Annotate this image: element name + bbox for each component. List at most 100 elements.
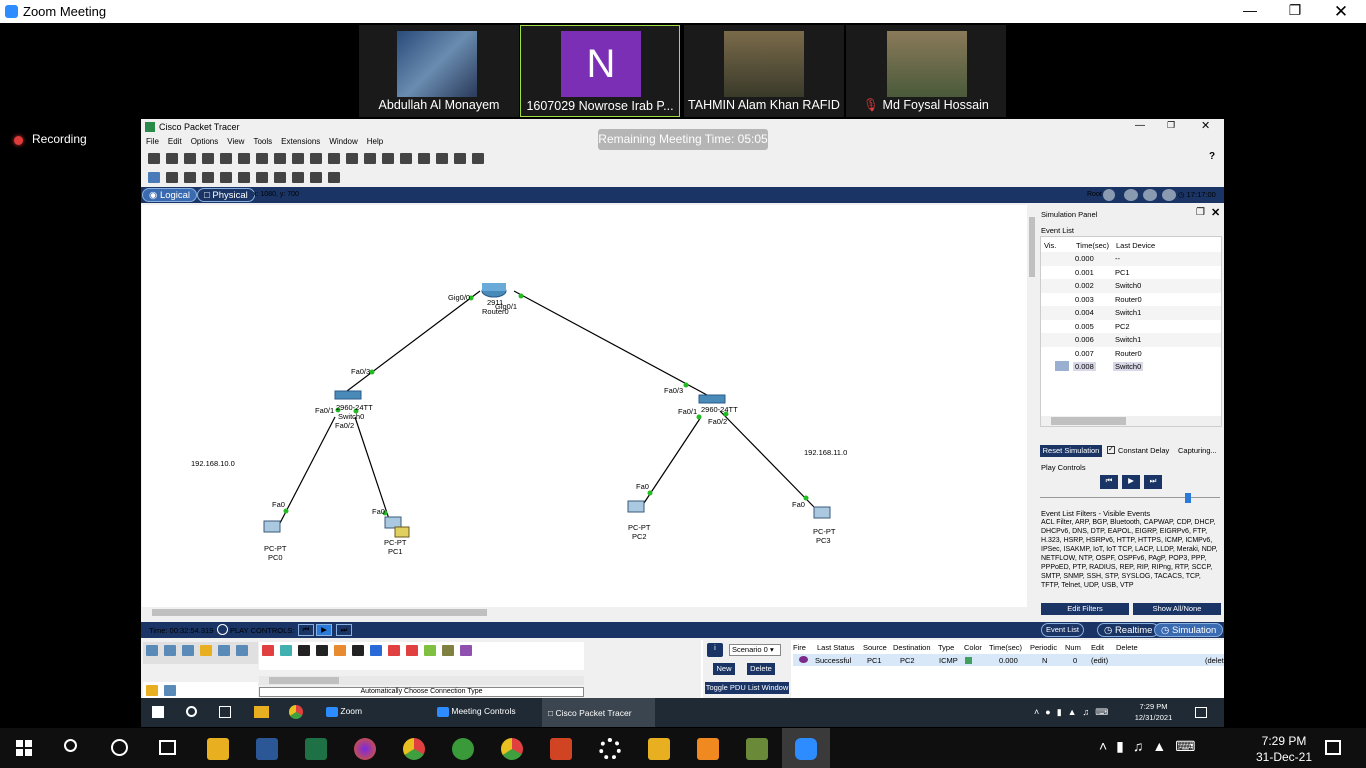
cluster-icon[interactable] bbox=[454, 153, 466, 165]
select-icon[interactable] bbox=[148, 172, 160, 184]
complex-pdu-icon[interactable] bbox=[328, 172, 340, 184]
resize-icon[interactable] bbox=[202, 172, 214, 184]
play-icon[interactable]: ▶ bbox=[316, 624, 332, 636]
move-icon[interactable] bbox=[1143, 189, 1157, 201]
realtime-mode[interactable]: ◷ Realtime bbox=[1097, 623, 1160, 637]
vertical-scrollbar[interactable] bbox=[1027, 205, 1037, 618]
help-icon[interactable]: ? bbox=[1209, 151, 1215, 162]
event-row[interactable]: 0.007 Router0 bbox=[1041, 347, 1221, 361]
palette-icon[interactable] bbox=[418, 153, 430, 165]
chrome-icon[interactable] bbox=[289, 705, 303, 719]
maximize-icon[interactable]: ❐ bbox=[1285, 2, 1305, 20]
save-icon[interactable] bbox=[184, 153, 196, 165]
file-explorer-icon[interactable] bbox=[207, 738, 229, 760]
lightning-icon[interactable] bbox=[146, 685, 158, 697]
upwork-icon[interactable] bbox=[452, 738, 474, 760]
taskbar-clock[interactable]: 7:29 PM 31-Dec-21 bbox=[1252, 733, 1316, 765]
constant-delay-checkbox[interactable]: ✓ bbox=[1107, 446, 1115, 454]
forward-step-icon[interactable]: ⏭ bbox=[1144, 475, 1162, 489]
new-scenario-button[interactable]: New bbox=[713, 663, 735, 675]
custom-device-icon[interactable] bbox=[436, 153, 448, 165]
event-row[interactable]: 0.000 -- bbox=[1041, 252, 1221, 266]
event-list-toggle[interactable]: Event List bbox=[1041, 623, 1084, 637]
minimize-icon[interactable]: — bbox=[1240, 2, 1260, 20]
crossover-cable-icon[interactable] bbox=[316, 645, 328, 657]
ellipse-icon[interactable] bbox=[274, 172, 286, 184]
start-icon[interactable] bbox=[16, 740, 32, 756]
rectangle-icon[interactable] bbox=[256, 172, 268, 184]
menu-window[interactable]: Window bbox=[329, 137, 357, 146]
connections-icon[interactable] bbox=[200, 645, 212, 657]
participant-tile[interactable]: 🎙 Md Foysal Hossain bbox=[846, 25, 1006, 117]
note-icon[interactable] bbox=[220, 172, 232, 184]
pt-maximize-icon[interactable]: ❐ bbox=[1167, 120, 1175, 131]
viewport-icon[interactable] bbox=[1162, 189, 1176, 201]
task-view-icon[interactable] bbox=[159, 740, 176, 755]
zoom-reset-icon[interactable] bbox=[364, 153, 376, 165]
cortana-icon[interactable] bbox=[111, 739, 128, 756]
edit-filters-button[interactable]: Edit Filters bbox=[1041, 603, 1129, 615]
tray-clock[interactable]: 7:29 PM 12/31/2021 bbox=[1131, 701, 1176, 723]
redo-icon[interactable] bbox=[328, 153, 340, 165]
app-icon[interactable] bbox=[648, 738, 670, 760]
logical-workspace[interactable]: Gig0/0 2911 Gig0/1 Router0 Fa0/3 2960-24… bbox=[142, 205, 1027, 618]
taskbar-meeting-controls[interactable]: Meeting Controls bbox=[433, 702, 520, 723]
task-view-icon[interactable] bbox=[219, 706, 231, 718]
event-list-hscroll[interactable] bbox=[1041, 416, 1221, 426]
cortana-icon[interactable] bbox=[186, 706, 197, 717]
participant-tile[interactable]: TAHMIN Alam Khan RAFID bbox=[684, 25, 844, 117]
event-row[interactable]: 0.005 PC2 bbox=[1041, 320, 1221, 334]
word-icon[interactable] bbox=[256, 738, 278, 760]
forward-step-icon[interactable]: ⏭ bbox=[336, 624, 352, 636]
simple-pdu-icon[interactable] bbox=[310, 172, 322, 184]
event-row[interactable]: 0.001 PC1 bbox=[1041, 266, 1221, 280]
end-devices-icon[interactable] bbox=[164, 645, 176, 657]
freeform-icon[interactable] bbox=[292, 172, 304, 184]
pdf-icon[interactable] bbox=[697, 738, 719, 760]
serial-dte-icon[interactable] bbox=[406, 645, 418, 657]
copy-icon[interactable] bbox=[274, 153, 286, 165]
menu-options[interactable]: Options bbox=[191, 137, 219, 146]
search-icon[interactable] bbox=[166, 172, 178, 184]
settings-icon[interactable] bbox=[599, 738, 621, 760]
firefox-icon[interactable] bbox=[354, 738, 376, 760]
print-icon[interactable] bbox=[202, 153, 214, 165]
undock-icon[interactable]: ❐ bbox=[1196, 207, 1205, 218]
delete-scenario-button[interactable]: Delete bbox=[747, 663, 775, 675]
multiuser-icon[interactable] bbox=[236, 645, 248, 657]
system-tray[interactable]: ˄▮♫▲⌨ bbox=[1099, 738, 1204, 755]
pdu-row[interactable]: Successful PC1 PC2 ICMP 0.000 N 0 (edit) (delet… bbox=[793, 654, 1224, 666]
coaxial-icon[interactable] bbox=[370, 645, 382, 657]
network-devices-icon[interactable] bbox=[146, 645, 158, 657]
physical-tab[interactable]: □ Physical bbox=[197, 188, 255, 202]
scenario-select[interactable]: Scenario 0 ▾ bbox=[729, 644, 781, 656]
chrome-profile-icon[interactable] bbox=[501, 738, 523, 760]
octal-icon[interactable] bbox=[424, 645, 436, 657]
serial-dce-icon[interactable] bbox=[388, 645, 400, 657]
phone-cable-icon[interactable] bbox=[352, 645, 364, 657]
event-row[interactable]: 0.002 Switch0 bbox=[1041, 279, 1221, 293]
search-icon[interactable] bbox=[64, 739, 77, 752]
wizard-icon[interactable] bbox=[238, 153, 250, 165]
info-icon[interactable] bbox=[220, 153, 232, 165]
participant-tile[interactable]: Abdullah Al Monayem bbox=[359, 25, 519, 117]
taskbar-packet-tracer[interactable]: □ Cisco Packet Tracer bbox=[542, 698, 655, 727]
clock-icon[interactable] bbox=[217, 624, 228, 635]
new-icon[interactable] bbox=[148, 153, 160, 165]
undo-icon[interactable] bbox=[310, 153, 322, 165]
cloud-icon[interactable] bbox=[1124, 189, 1138, 201]
zoom-in-icon[interactable] bbox=[346, 153, 358, 165]
taskbar-zoom[interactable]: Zoom bbox=[322, 702, 366, 723]
start-icon[interactable] bbox=[152, 706, 164, 718]
pt-minimize-icon[interactable]: — bbox=[1135, 120, 1145, 131]
simulation-mode[interactable]: ◷ Simulation bbox=[1154, 623, 1224, 637]
zoom-icon[interactable] bbox=[795, 738, 817, 760]
straight-cable-icon[interactable] bbox=[298, 645, 310, 657]
tray-icons[interactable]: ˄●▮▲♫⌨ bbox=[1034, 707, 1114, 718]
participant-tile-active[interactable]: N 1607029 Nowrose Irab P... bbox=[520, 25, 680, 117]
pt-close-icon[interactable]: ✕ bbox=[1201, 119, 1210, 132]
notification-icon[interactable] bbox=[1325, 740, 1341, 755]
powerpoint-icon[interactable] bbox=[550, 738, 572, 760]
sim-close-icon[interactable]: ✕ bbox=[1211, 206, 1220, 219]
paste-icon[interactable] bbox=[292, 153, 304, 165]
